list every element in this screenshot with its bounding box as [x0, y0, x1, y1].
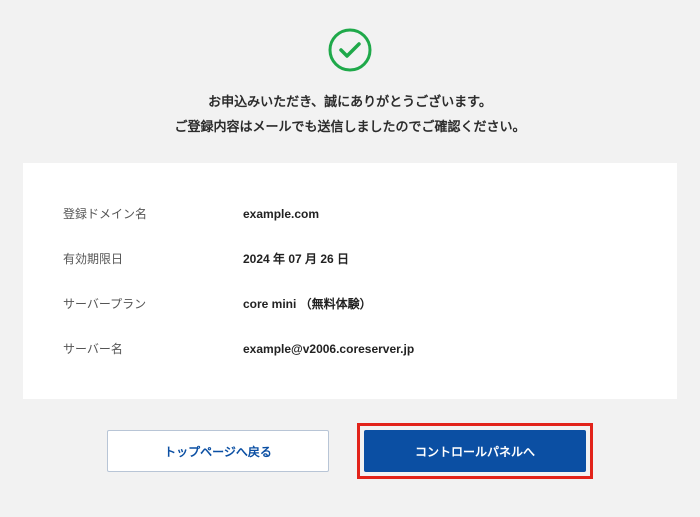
label-plan: サーバープラン — [63, 295, 243, 312]
label-server: サーバー名 — [63, 340, 243, 357]
label-domain: 登録ドメイン名 — [63, 205, 243, 222]
control-panel-button[interactable]: コントロールパネルへ — [364, 430, 586, 472]
value-plan: core mini （無料体験） — [243, 295, 372, 312]
success-check-icon — [328, 28, 372, 72]
value-expiry: 2024 年 07 月 26 日 — [243, 250, 349, 267]
value-server: example@v2006.coreserver.jp — [243, 342, 414, 356]
message-line-1: お申込みいただき、誠にありがとうございます。 — [174, 90, 525, 115]
value-domain: example.com — [243, 207, 319, 221]
message-line-2: ご登録内容はメールでも送信しましたのでご確認ください。 — [174, 115, 525, 140]
back-to-top-button[interactable]: トップページへ戻る — [107, 430, 329, 472]
detail-row-domain: 登録ドメイン名 example.com — [63, 191, 637, 236]
detail-row-server: サーバー名 example@v2006.coreserver.jp — [63, 326, 637, 371]
detail-row-expiry: 有効期限日 2024 年 07 月 26 日 — [63, 236, 637, 281]
registration-details-card: 登録ドメイン名 example.com 有効期限日 2024 年 07 月 26… — [23, 163, 677, 399]
detail-row-plan: サーバープラン core mini （無料体験） — [63, 281, 637, 326]
confirmation-message: お申込みいただき、誠にありがとうございます。 ご登録内容はメールでも送信しました… — [174, 90, 525, 139]
highlighted-button-frame: コントロールパネルへ — [357, 423, 593, 479]
label-expiry: 有効期限日 — [63, 250, 243, 267]
action-buttons: トップページへ戻る コントロールパネルへ — [107, 423, 593, 479]
